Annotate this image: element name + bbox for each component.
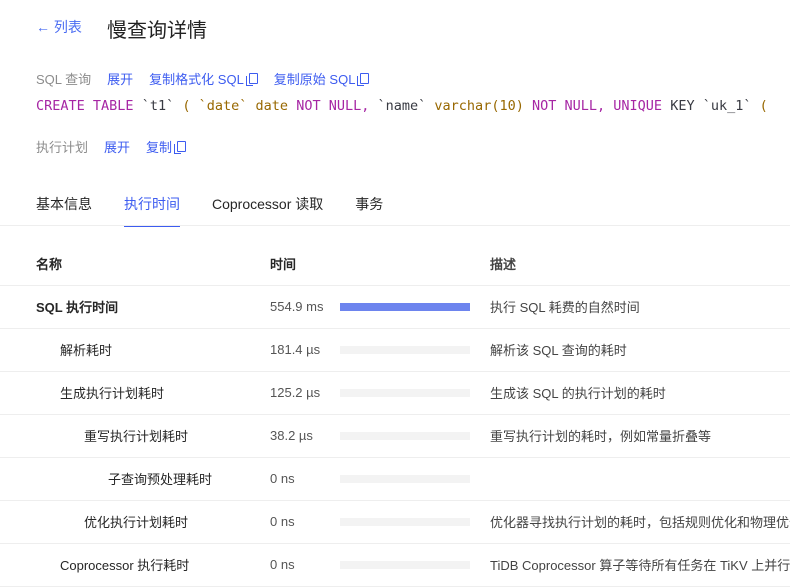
row-bar — [340, 328, 490, 371]
tab-execution-time[interactable]: 执行时间 — [124, 194, 180, 227]
row-description: 执行 SQL 耗费的自然时间 — [490, 285, 790, 328]
row-time: 0 ns — [270, 543, 340, 586]
row-name: 生成执行计划耗时 — [0, 371, 270, 414]
table-row: 优化执行计划耗时 0 ns 优化器寻找执行计划的耗时，包括规则优化和物理优化 — [0, 500, 790, 543]
table-row: Coprocessor 执行耗时 0 ns TiDB Coprocessor 算… — [0, 543, 790, 586]
table-row: SQL 执行时间 554.9 ms 执行 SQL 耗费的自然时间 — [0, 285, 790, 328]
row-description: 重写执行计划的耗时，例如常量折叠等 — [490, 414, 790, 457]
time-bar-track — [340, 561, 470, 569]
copy-raw-sql-button[interactable]: 复制原始 SQL — [274, 69, 370, 88]
row-description: 解析该 SQL 查询的耗时 — [490, 328, 790, 371]
row-bar — [340, 371, 490, 414]
copy-icon — [249, 73, 258, 84]
sql-token: varchar(10) — [434, 98, 523, 114]
row-bar — [340, 543, 490, 586]
row-time: 554.9 ms — [270, 285, 340, 328]
time-bar-track — [340, 518, 470, 526]
sql-token: `name` — [378, 98, 427, 114]
sql-token: KEY — [670, 98, 694, 114]
row-description: 生成该 SQL 的执行计划的耗时 — [490, 371, 790, 414]
row-name: 解析耗时 — [0, 328, 270, 371]
expand-sql-button[interactable]: 展开 — [107, 69, 133, 88]
copy-raw-label: 复制原始 SQL — [274, 69, 356, 88]
time-bar-track — [340, 346, 470, 354]
back-to-list-link[interactable]: ← 列表 — [36, 17, 82, 37]
table-row: 子查询预处理耗时 0 ns — [0, 457, 790, 500]
sql-text: CREATE TABLE `t1` ( `date` date NOT NULL… — [36, 98, 768, 114]
row-description — [490, 457, 790, 500]
tab-coprocessor-read[interactable]: Coprocessor 读取 — [212, 194, 323, 227]
time-bar-track — [340, 389, 470, 397]
row-name: 优化执行计划耗时 — [0, 500, 270, 543]
tab-divider — [0, 225, 790, 226]
row-time: 181.4 µs — [270, 328, 340, 371]
execution-time-table: 名称 时间 描述 SQL 执行时间 554.9 ms 执行 SQL 耗费的自然时… — [0, 242, 790, 587]
header-name: 名称 — [0, 242, 270, 285]
sql-token: ( — [760, 98, 768, 114]
copy-plan-button[interactable]: 复制 — [146, 137, 186, 156]
sql-token: `date` — [199, 98, 248, 114]
sql-token: NOT NULL, — [532, 98, 605, 114]
copy-formatted-label: 复制格式化 SQL — [149, 69, 244, 88]
sql-token: ( — [182, 98, 190, 114]
row-name: SQL 执行时间 — [0, 285, 270, 328]
table-row: 重写执行计划耗时 38.2 µs 重写执行计划的耗时，例如常量折叠等 — [0, 414, 790, 457]
time-bar-track — [340, 432, 470, 440]
copy-formatted-sql-button[interactable]: 复制格式化 SQL — [149, 69, 258, 88]
row-time: 38.2 µs — [270, 414, 340, 457]
plan-actions: 执行计划 展开 复制 — [36, 137, 186, 156]
copy-icon — [360, 73, 369, 84]
row-bar — [340, 500, 490, 543]
sql-token: NOT NULL, — [296, 98, 369, 114]
time-bar-track — [340, 475, 470, 483]
tab-transaction[interactable]: 事务 — [355, 194, 383, 227]
header-description: 描述 — [490, 242, 790, 285]
row-name: 重写执行计划耗时 — [0, 414, 270, 457]
row-time: 125.2 µs — [270, 371, 340, 414]
header-time: 时间 — [270, 242, 490, 285]
row-description: TiDB Coprocessor 算子等待所有任务在 TiKV 上并行执行 — [490, 543, 790, 586]
sql-label: SQL 查询 — [36, 69, 91, 88]
row-description: 优化器寻找执行计划的耗时，包括规则优化和物理优化 — [490, 500, 790, 543]
table-row: 生成执行计划耗时 125.2 µs 生成该 SQL 的执行计划的耗时 — [0, 371, 790, 414]
time-bar-fill — [340, 303, 470, 311]
sql-token: CREATE TABLE — [36, 98, 134, 114]
row-name: 子查询预处理耗时 — [0, 457, 270, 500]
row-time: 0 ns — [270, 457, 340, 500]
tabs: 基本信息 执行时间 Coprocessor 读取 事务 — [36, 194, 383, 227]
sql-token: UNIQUE — [613, 98, 662, 114]
time-bar-track — [340, 303, 470, 311]
row-bar — [340, 414, 490, 457]
sql-token: `uk_1` — [703, 98, 752, 114]
page-title: 慢查询详情 — [107, 14, 207, 43]
sql-actions: SQL 查询 展开 复制格式化 SQL 复制原始 SQL — [36, 69, 369, 88]
copy-icon — [177, 141, 186, 152]
row-name: Coprocessor 执行耗时 — [0, 543, 270, 586]
tab-basic-info[interactable]: 基本信息 — [36, 194, 92, 227]
sql-token: `t1` — [142, 98, 175, 114]
row-bar — [340, 285, 490, 328]
sql-token: date — [256, 98, 289, 114]
copy-plan-label: 复制 — [146, 137, 172, 156]
row-bar — [340, 457, 490, 500]
expand-plan-button[interactable]: 展开 — [104, 137, 130, 156]
plan-label: 执行计划 — [36, 137, 88, 156]
row-time: 0 ns — [270, 500, 340, 543]
table-row: 解析耗时 181.4 µs 解析该 SQL 查询的耗时 — [0, 328, 790, 371]
